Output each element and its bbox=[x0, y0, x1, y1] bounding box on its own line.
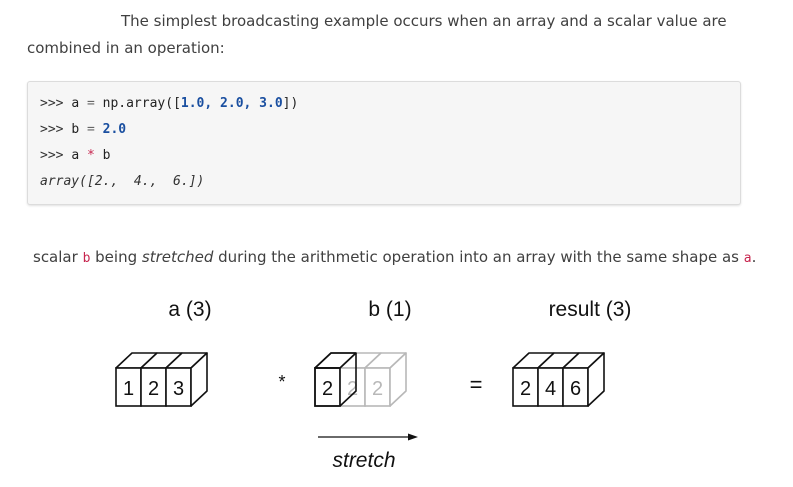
array-cubes: 123222246 bbox=[115, 352, 605, 407]
times-sign: * bbox=[278, 372, 285, 392]
code-output: array([2., 4., 6.]) bbox=[40, 174, 205, 189]
stretch-label: stretch bbox=[332, 449, 395, 472]
figure-caption: scalar b being stretched during the arit… bbox=[33, 248, 757, 266]
array-result-value-0: 2 bbox=[520, 378, 531, 400]
code-block: >>> a = np.array([1.0, 2.0, 3.0]) >>> b … bbox=[27, 81, 741, 205]
stretch-arrowhead bbox=[408, 433, 418, 441]
label-b: b (1) bbox=[368, 298, 411, 321]
equals-sign: = bbox=[470, 372, 483, 397]
code-line-1: >>> a = np.array([1.0, 2.0, 3.0]) bbox=[40, 96, 299, 111]
array-result-value-2: 6 bbox=[570, 378, 581, 400]
broadcasting-diagram: a (3) b (1) result (3) 123222246 * = str… bbox=[115, 298, 632, 472]
code-line-3: >>> a * b bbox=[40, 148, 111, 163]
label-result: result (3) bbox=[549, 298, 632, 321]
intro-paragraph: The simplest broadcasting example occurs… bbox=[27, 12, 727, 57]
array-b-value-0: 2 bbox=[322, 378, 333, 400]
array-a-value-0: 1 bbox=[123, 378, 134, 400]
array-result-value-1: 4 bbox=[545, 378, 556, 400]
array-a-value-2: 3 bbox=[173, 378, 184, 400]
code-line-2: >>> b = 2.0 bbox=[40, 122, 127, 137]
array-b-value-2: 2 bbox=[372, 378, 383, 400]
array-a-value-1: 2 bbox=[148, 378, 159, 400]
label-a: a (3) bbox=[168, 298, 211, 321]
inline-code-a: a bbox=[743, 251, 752, 266]
